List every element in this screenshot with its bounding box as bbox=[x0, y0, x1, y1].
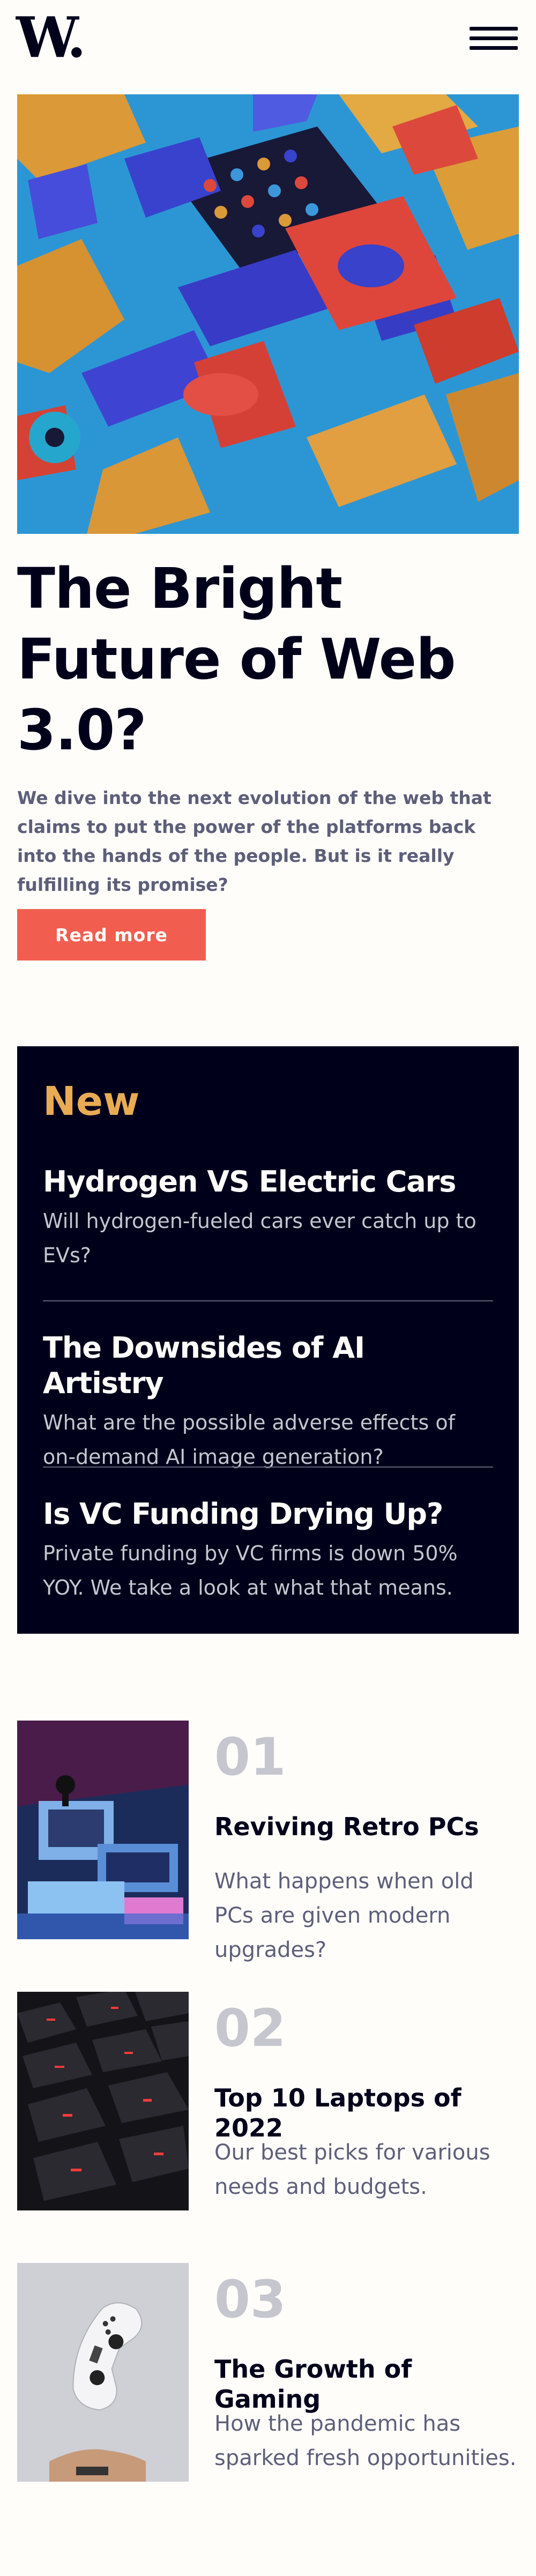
article-description: How the pandemic has sparked fresh oppor… bbox=[214, 2411, 517, 2470]
article-title[interactable]: Reviving Retro PCs bbox=[214, 1812, 525, 1842]
article-title[interactable]: The Growth of Gaming bbox=[214, 2354, 525, 2414]
new-item-description: What are the possible adverse effects of… bbox=[43, 1411, 455, 1469]
laptop-keyboard-image[interactable] bbox=[17, 1992, 189, 2210]
header: W. bbox=[0, 0, 536, 86]
new-item-title[interactable]: Hydrogen VS Electric Cars bbox=[43, 1164, 493, 1200]
divider bbox=[43, 1466, 493, 1468]
hero-image bbox=[17, 94, 519, 534]
divider bbox=[43, 1300, 493, 1301]
retro-pcs-image[interactable] bbox=[17, 1721, 189, 1939]
site-logo[interactable]: W. bbox=[16, 10, 86, 65]
article-number: 01 bbox=[214, 1727, 286, 1787]
article-number: 02 bbox=[214, 1998, 286, 2058]
article-title[interactable]: Top 10 Laptops of 2022 bbox=[214, 2083, 525, 2143]
article-description: What happens when old PCs are given mode… bbox=[214, 1869, 474, 1962]
article-card[interactable]: 03 The Growth of Gaming How the pandemic… bbox=[17, 2263, 519, 2482]
hero-title: The Bright Future of Web 3.0? bbox=[17, 556, 456, 763]
hamburger-menu-icon[interactable] bbox=[470, 27, 518, 50]
hero-description: We dive into the next evolution of the w… bbox=[17, 787, 492, 895]
new-heading: New bbox=[43, 1078, 140, 1125]
new-item-description: Will hydrogen-fueled cars ever catch up … bbox=[43, 1209, 477, 1267]
new-item-title[interactable]: The Downsides of AI Artistry bbox=[43, 1330, 493, 1401]
article-description: Our best picks for various needs and bud… bbox=[214, 2140, 490, 2199]
article-number: 03 bbox=[214, 2269, 286, 2329]
new-item[interactable]: Hydrogen VS Electric Cars Will hydrogen-… bbox=[43, 1164, 493, 1272]
new-item[interactable]: Is VC Funding Drying Up? Private funding… bbox=[43, 1497, 493, 1605]
new-item-title[interactable]: Is VC Funding Drying Up? bbox=[43, 1497, 493, 1532]
article-card[interactable]: 01 Reviving Retro PCs What happens when … bbox=[17, 1721, 519, 1962]
read-more-button[interactable]: Read more bbox=[17, 909, 206, 961]
new-articles-panel: New Hydrogen VS Electric Cars Will hydro… bbox=[17, 1046, 519, 1634]
new-item[interactable]: The Downsides of AI Artistry What are th… bbox=[43, 1330, 493, 1474]
game-controller-image[interactable] bbox=[17, 2263, 189, 2482]
new-item-description: Private funding by VC firms is down 50% … bbox=[43, 1542, 458, 1599]
article-card[interactable]: 02 Top 10 Laptops of 2022 Our best picks… bbox=[17, 1992, 519, 2210]
